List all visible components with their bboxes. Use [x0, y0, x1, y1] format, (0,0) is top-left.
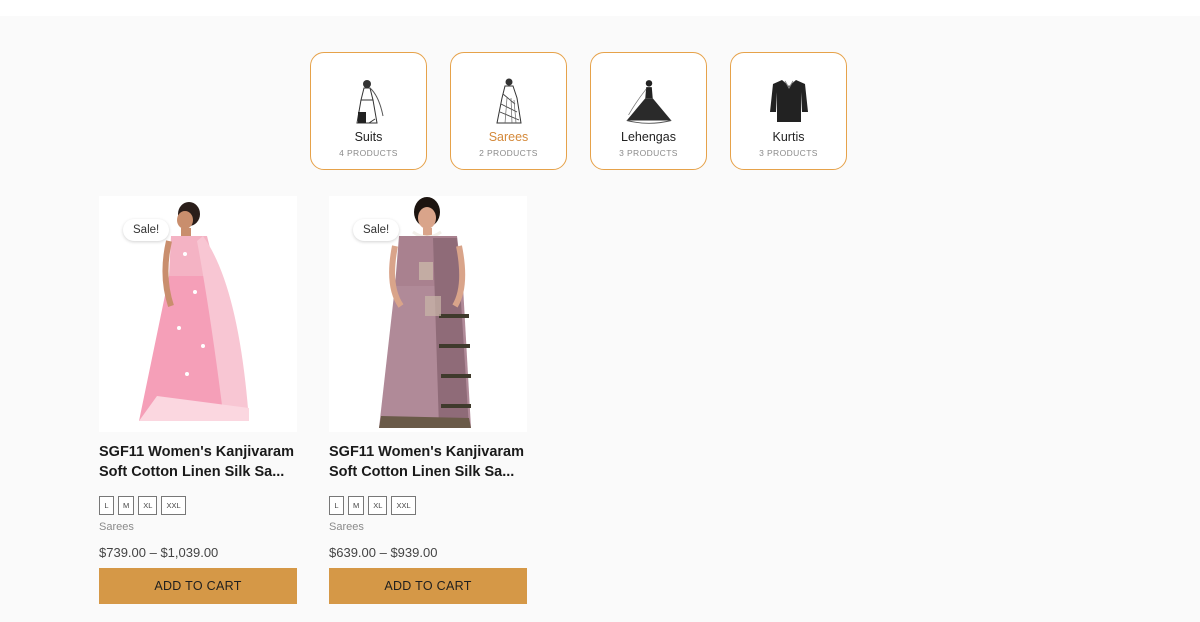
- category-card-lehengas[interactable]: Lehengas 3 PRODUCTS: [590, 52, 707, 170]
- size-option-xl[interactable]: XL: [368, 496, 388, 515]
- saree-icon: [483, 75, 535, 127]
- sale-badge: Sale!: [353, 219, 400, 241]
- product-title[interactable]: SGF11 Women's Kanjivaram Soft Cotton Lin…: [99, 442, 297, 482]
- product-category[interactable]: Sarees: [99, 521, 297, 533]
- top-strip: [0, 0, 1200, 16]
- size-option-xxl[interactable]: XXL: [161, 496, 186, 515]
- size-options: L M XL XXL: [329, 496, 527, 515]
- category-row: Suits 4 PRODUCTS Sarees 2 PRODUCTS Lehen…: [310, 52, 847, 170]
- category-count: 4 PRODUCTS: [339, 148, 398, 158]
- category-count: 2 PRODUCTS: [479, 148, 538, 158]
- product-image[interactable]: Sale!: [329, 196, 527, 432]
- product-price: $639.00 – $939.00: [329, 545, 438, 560]
- product-category[interactable]: Sarees: [329, 521, 527, 533]
- add-to-cart-button[interactable]: ADD TO CART: [99, 568, 297, 604]
- size-option-xxl[interactable]: XXL: [391, 496, 416, 515]
- category-card-sarees[interactable]: Sarees 2 PRODUCTS: [450, 52, 567, 170]
- product-title[interactable]: SGF11 Women's Kanjivaram Soft Cotton Lin…: [329, 442, 527, 482]
- product-image[interactable]: Sale!: [99, 196, 297, 432]
- category-card-suits[interactable]: Suits 4 PRODUCTS: [310, 52, 427, 170]
- category-count: 3 PRODUCTS: [759, 148, 818, 158]
- category-count: 3 PRODUCTS: [619, 148, 678, 158]
- lehenga-icon: [623, 75, 675, 127]
- kurti-icon: [763, 75, 815, 127]
- suit-icon: [343, 75, 395, 127]
- size-option-m[interactable]: M: [348, 496, 365, 515]
- category-name: Lehengas: [621, 130, 676, 144]
- category-name: Kurtis: [772, 130, 805, 144]
- sale-badge: Sale!: [123, 219, 170, 241]
- add-to-cart-button[interactable]: ADD TO CART: [329, 568, 527, 604]
- category-card-kurtis[interactable]: Kurtis 3 PRODUCTS: [730, 52, 847, 170]
- product-price: $739.00 – $1,039.00: [99, 545, 219, 560]
- product-card: Sale! SGF11 Women's Kanjivaram Soft Cott…: [329, 196, 527, 604]
- product-grid: Sale! SGF11 Women's Kanjivaram Soft Cott…: [99, 196, 527, 604]
- product-card: Sale! SGF11 Women's Kanjivaram Soft Cott…: [99, 196, 297, 604]
- size-options: L M XL XXL: [99, 496, 297, 515]
- size-option-l[interactable]: L: [329, 496, 344, 515]
- size-option-m[interactable]: M: [118, 496, 135, 515]
- size-option-l[interactable]: L: [99, 496, 114, 515]
- size-option-xl[interactable]: XL: [138, 496, 158, 515]
- category-name: Sarees: [488, 130, 529, 144]
- category-name: Suits: [354, 130, 383, 144]
